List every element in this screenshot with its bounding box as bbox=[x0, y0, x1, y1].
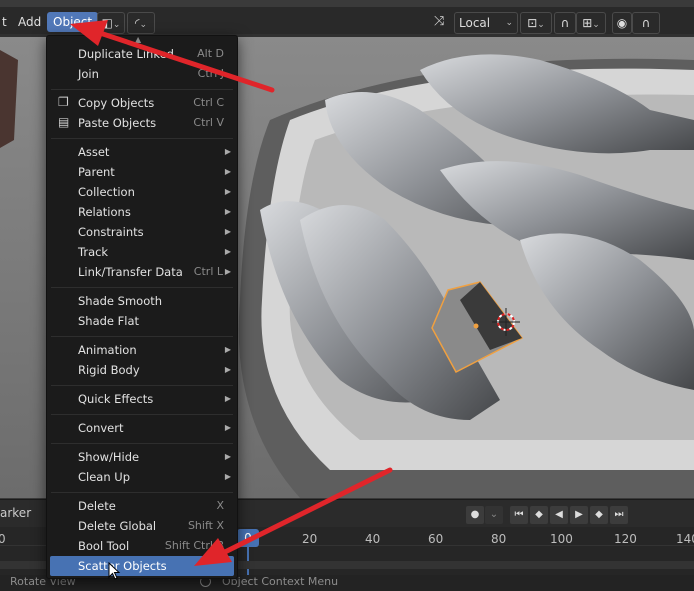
annotation-arrow-object-menu-icon bbox=[70, 20, 275, 93]
annotation-arrows bbox=[70, 20, 393, 566]
annotation-arrow-scatter-objects-icon bbox=[194, 467, 393, 566]
